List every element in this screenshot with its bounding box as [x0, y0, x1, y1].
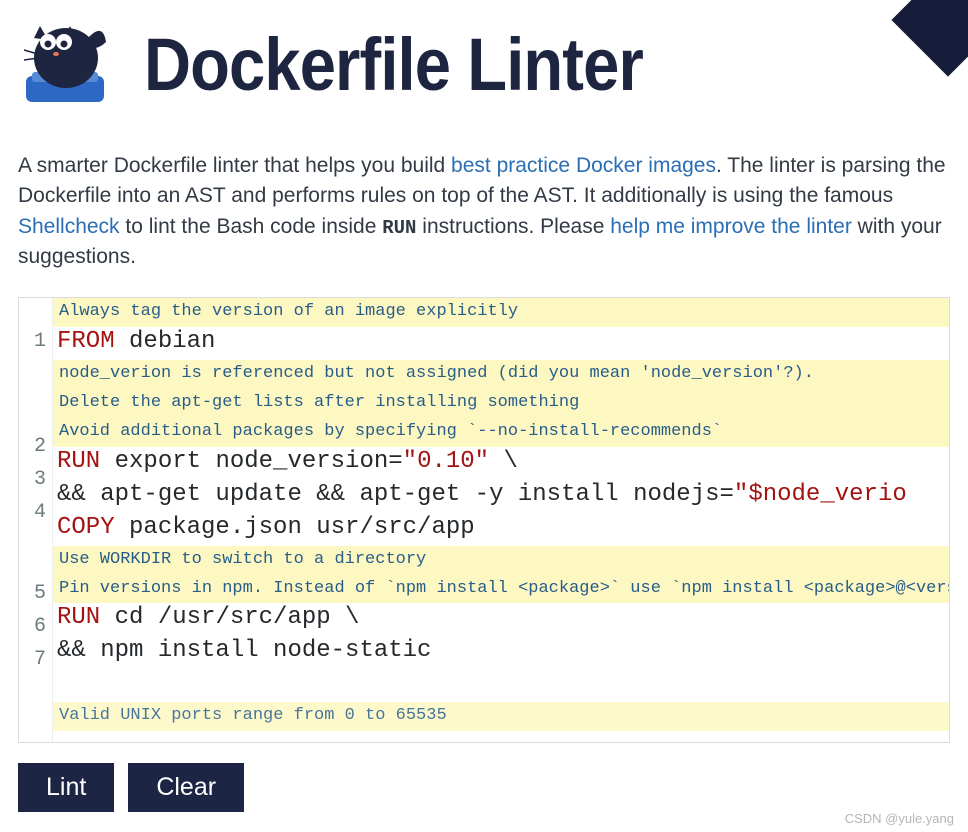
line-number: 5: [19, 576, 46, 609]
code-line: RUN export node_version="0.10" \: [53, 447, 949, 480]
dockerfile-editor[interactable]: 1 2 3 4 5 6 7 Always tag the version of …: [18, 297, 950, 743]
intro-text: A smarter Dockerfile linter that helps y…: [18, 154, 451, 177]
clear-button[interactable]: Clear: [128, 763, 244, 812]
lint-warning: Avoid additional packages by specifying …: [53, 418, 949, 447]
lint-button[interactable]: Lint: [18, 763, 114, 812]
lint-warning: Valid UNIX ports range from 0 to 65535: [53, 702, 949, 731]
line-number: 4: [19, 495, 46, 528]
button-bar: Lint Clear: [18, 763, 950, 812]
code-area[interactable]: Always tag the version of an image expli…: [53, 298, 949, 742]
line-number: 1: [19, 324, 46, 357]
watermark: CSDN @yule.yang: [845, 811, 954, 826]
intro-text: instructions. Please: [416, 215, 610, 238]
code-line: && npm install node-static: [53, 636, 949, 669]
lint-warning: Delete the apt-get lists after installin…: [53, 389, 949, 418]
line-number: 2: [19, 429, 46, 462]
code-line: FROM debian: [53, 327, 949, 360]
best-practice-link[interactable]: best practice Docker images: [451, 154, 716, 177]
run-code: RUN: [382, 217, 416, 239]
intro-paragraph: A smarter Dockerfile linter that helps y…: [18, 151, 950, 273]
lint-warning: Pin versions in npm. Instead of `npm ins…: [53, 575, 949, 604]
header: Dockerfile Linter: [18, 0, 950, 117]
code-line: RUN cd /usr/src/app \: [53, 603, 949, 636]
page-title: Dockerfile Linter: [144, 22, 643, 107]
logo-icon: [18, 12, 118, 117]
code-line: [53, 669, 949, 702]
lint-warning: Always tag the version of an image expli…: [53, 298, 949, 327]
lint-warning: Use WORKDIR to switch to a directory: [53, 546, 949, 575]
help-improve-link[interactable]: help me improve the linter: [610, 215, 852, 238]
intro-text: to lint the Bash code inside: [120, 215, 383, 238]
line-number: 6: [19, 609, 46, 642]
code-line: COPY package.json usr/src/app: [53, 513, 949, 546]
shellcheck-link[interactable]: Shellcheck: [18, 215, 120, 238]
lint-warning: node_verion is referenced but not assign…: [53, 360, 949, 389]
line-number: 3: [19, 462, 46, 495]
line-gutter: 1 2 3 4 5 6 7: [19, 298, 53, 742]
code-line: && apt-get update && apt-get -y install …: [53, 480, 949, 513]
line-number: 7: [19, 642, 46, 675]
